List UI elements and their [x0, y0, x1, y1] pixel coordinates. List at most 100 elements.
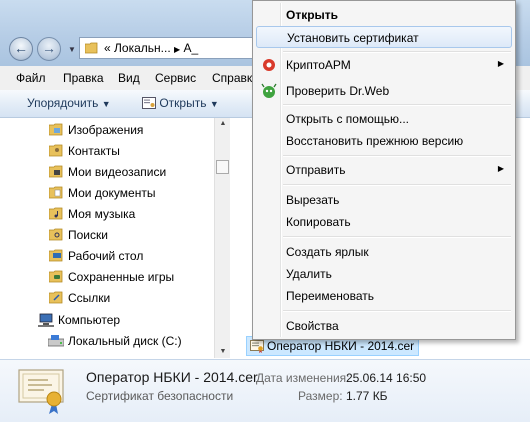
organize-label: Упорядочить — [27, 96, 99, 110]
breadcrumb-overflow[interactable]: « — [104, 41, 111, 55]
chevron-down-icon: ▼ — [209, 99, 219, 109]
searches-folder-icon — [49, 228, 63, 241]
menu-separator — [283, 184, 511, 186]
menu-item-cut[interactable]: Вырезать — [256, 189, 512, 211]
menu-tools[interactable]: Сервис — [155, 71, 196, 85]
menu-item-send-to[interactable]: Отправить ▶ — [256, 159, 512, 181]
folder-icon — [85, 42, 98, 54]
organize-button[interactable]: Упорядочить ▼ — [27, 96, 111, 110]
music-folder-icon — [49, 207, 63, 220]
nav-item-desktop[interactable]: Рабочий стол — [0, 246, 228, 266]
explorer-window: ← → ▼ « Локальн... ▶ А_ Файл Правка Вид … — [0, 0, 530, 422]
menu-item-open-with[interactable]: Открыть с помощью... — [256, 108, 512, 130]
desktop-folder-icon — [49, 249, 63, 262]
nav-item-links[interactable]: Ссылки — [0, 288, 228, 308]
menu-separator — [283, 155, 511, 157]
nav-item-contacts[interactable]: Контакты — [0, 141, 228, 161]
submenu-arrow-icon: ▶ — [497, 164, 504, 173]
nav-item-label: Контакты — [68, 144, 120, 158]
nav-item-label: Ссылки — [68, 291, 111, 305]
nav-item-saved-games[interactable]: Сохраненные игры — [0, 267, 228, 287]
menu-item-label: Создать ярлык — [286, 245, 369, 259]
documents-folder-icon — [49, 186, 63, 199]
links-folder-icon — [49, 291, 63, 304]
back-button[interactable]: ← — [9, 37, 33, 61]
menu-item-rename[interactable]: Переименовать — [256, 285, 512, 307]
scroll-down-arrow-icon[interactable]: ▼ — [215, 346, 231, 358]
details-file-type: Сертификат безопасности — [86, 389, 234, 403]
menu-separator — [283, 236, 511, 238]
nav-item-label: Локальный диск (C:) — [68, 334, 182, 348]
menu-separator — [283, 104, 511, 106]
menu-item-delete[interactable]: Удалить — [256, 263, 512, 285]
menu-item-label: Переименовать — [286, 289, 374, 303]
open-button[interactable]: Открыть ▼ — [142, 96, 219, 110]
nav-item-computer[interactable]: Компьютер — [0, 310, 228, 330]
menu-item-open[interactable]: Открыть — [256, 4, 512, 26]
open-label: Открыть — [159, 96, 207, 110]
menu-item-label: Отправить — [286, 163, 346, 177]
details-modified-value: 25.06.14 16:50 — [346, 371, 427, 385]
nav-pane-scrollbar[interactable]: ▲ ▼ — [214, 118, 231, 358]
menu-item-create-shortcut[interactable]: Создать ярлык — [256, 241, 512, 263]
nav-item-pictures[interactable]: Изображения — [0, 120, 228, 140]
menu-item-label: Удалить — [286, 267, 332, 281]
computer-icon — [38, 313, 54, 327]
breadcrumb-folder[interactable]: А_ — [184, 41, 199, 55]
forward-button[interactable]: → — [37, 37, 61, 61]
menu-item-copy[interactable]: Копировать — [256, 211, 512, 233]
navigation-pane: Изображения Контакты Мои видеозаписи Мои… — [0, 118, 228, 358]
videos-folder-icon — [49, 165, 63, 178]
submenu-arrow-icon: ▶ — [497, 59, 504, 68]
address-bar[interactable]: « Локальн... ▶ А_ — [79, 37, 259, 59]
nav-item-local-disk[interactable]: Локальный диск (C:) — [0, 331, 228, 351]
nav-item-label: Поиски — [68, 228, 108, 242]
menu-edit[interactable]: Правка — [63, 71, 104, 85]
details-size-value: 1.77 КБ — [346, 389, 388, 403]
back-arrow-icon: ← — [14, 40, 28, 56]
breadcrumb-separator[interactable]: ▶ — [174, 45, 180, 54]
certificate-large-icon — [18, 369, 64, 414]
menu-item-restore-previous[interactable]: Восстановить прежнюю версию — [256, 130, 512, 152]
chevron-down-icon: ▼ — [101, 99, 111, 109]
scrollbar-thumb[interactable] — [216, 160, 229, 174]
cryptoarm-icon — [263, 59, 275, 71]
breadcrumb: « Локальн... ▶ А_ — [104, 41, 198, 55]
menu-item-label: Проверить Dr.Web — [286, 84, 390, 98]
context-menu: Открыть Установить сертификат КриптоАРМ … — [252, 0, 516, 340]
details-file-name: Оператор НБКИ - 2014.cer — [86, 369, 258, 385]
nav-item-label: Сохраненные игры — [68, 270, 175, 284]
nav-item-label: Моя музыка — [68, 207, 136, 221]
menu-item-label: Копировать — [286, 215, 351, 229]
menu-view[interactable]: Вид — [118, 71, 140, 85]
nav-item-label: Мои документы — [68, 186, 156, 200]
menu-item-drweb[interactable]: Проверить Dr.Web — [256, 80, 512, 102]
drweb-icon — [261, 83, 277, 98]
nav-item-label: Мои видеозаписи — [68, 165, 167, 179]
recent-pages-dropdown[interactable]: ▼ — [67, 45, 77, 55]
certificate-file-icon — [250, 340, 264, 353]
certificate-small-icon — [142, 97, 156, 109]
menu-item-install-certificate[interactable]: Установить сертификат — [256, 26, 512, 48]
menu-separator — [283, 310, 511, 312]
nav-item-music[interactable]: Моя музыка — [0, 204, 228, 224]
menu-item-label: Свойства — [286, 319, 339, 333]
nav-item-label: Рабочий стол — [68, 249, 144, 263]
details-pane: Оператор НБКИ - 2014.cer Сертификат безо… — [0, 359, 530, 422]
menu-item-label: Открыть — [286, 8, 339, 22]
nav-item-documents[interactable]: Мои документы — [0, 183, 228, 203]
menu-file[interactable]: Файл — [16, 71, 46, 85]
menu-item-cryptoarm[interactable]: КриптоАРМ ▶ — [256, 54, 512, 76]
pictures-folder-icon — [49, 123, 63, 136]
scroll-up-arrow-icon[interactable]: ▲ — [215, 118, 231, 130]
breadcrumb-local-disk[interactable]: Локальн... — [114, 41, 171, 55]
menu-separator — [283, 51, 511, 53]
menu-item-properties[interactable]: Свойства — [256, 315, 512, 337]
menu-item-label: Вырезать — [286, 193, 340, 207]
nav-item-videos[interactable]: Мои видеозаписи — [0, 162, 228, 182]
details-size-label: Размер: — [298, 389, 343, 403]
nav-item-label: Компьютер — [58, 313, 121, 327]
drive-icon — [48, 335, 64, 347]
selected-file-label: Оператор НБКИ - 2014.cer — [267, 339, 415, 353]
nav-item-searches[interactable]: Поиски — [0, 225, 228, 245]
